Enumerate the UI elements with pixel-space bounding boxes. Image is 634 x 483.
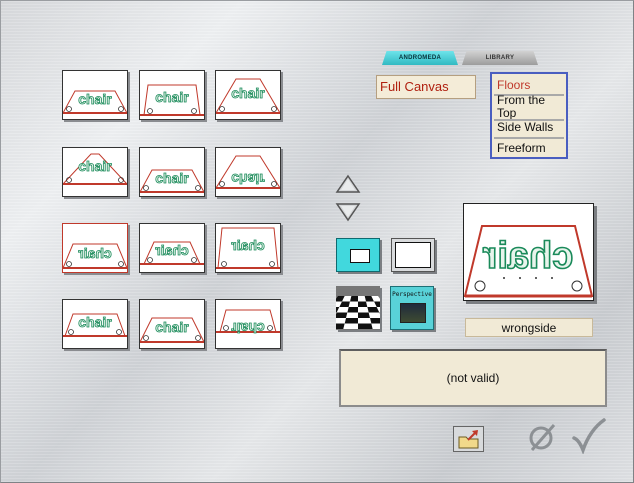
perspective-button[interactable]: Perspective (390, 286, 434, 330)
category-menu: Floors From the Top Side Walls Freeform (490, 72, 568, 159)
thumbnail-image: chair (216, 155, 280, 189)
svg-text:chair: chair (155, 319, 189, 335)
svg-text:chair: chair (231, 85, 265, 101)
perspective-label: Perspective (392, 291, 432, 298)
svg-text:chair: chair (482, 235, 573, 277)
svg-text:chair: chair (155, 170, 189, 186)
pattern-thumbnail[interactable]: chair (62, 299, 128, 349)
preview-pane: chair (463, 203, 594, 301)
svg-text:chair: chair (78, 245, 112, 261)
svg-text:chair: chair (78, 91, 112, 107)
checkerboard-floor-button[interactable] (314, 286, 402, 330)
pattern-thumbnail[interactable]: chair (139, 70, 205, 120)
pattern-thumbnail[interactable]: chair (139, 223, 205, 273)
pattern-thumbnail[interactable]: chair (62, 223, 128, 273)
svg-text:chair: chair (155, 242, 189, 258)
folder-arrow-icon (458, 430, 479, 449)
rectangle-small-icon (350, 249, 370, 263)
svg-text:chair: chair (231, 171, 265, 187)
svg-text:chair: chair (78, 158, 112, 174)
thumbnail-image: chair (63, 313, 127, 337)
svg-text:chair: chair (231, 320, 265, 336)
menu-divider (494, 137, 564, 139)
small-rectangle-button[interactable] (336, 238, 380, 272)
pattern-thumbnail[interactable]: chair (215, 70, 281, 120)
checkmark-icon[interactable] (570, 418, 606, 454)
triangle-up-icon[interactable] (335, 174, 361, 194)
thumbnail-image: chair (140, 169, 204, 193)
menu-item-from-the-top[interactable]: From the Top (497, 94, 565, 120)
pattern-name-field[interactable]: wrongside (465, 318, 593, 337)
pattern-thumbnail[interactable]: chair (215, 299, 281, 349)
thumbnail-image: chair (63, 90, 127, 114)
thumbnail-image: chair (63, 153, 127, 185)
thumbnail-image: chair (63, 243, 127, 269)
thumbnail-image: chair (216, 227, 280, 269)
thumbnail-image: chair (140, 317, 204, 343)
preview-image: chair (464, 225, 593, 298)
status-text: (not valid) (446, 371, 500, 385)
checkerboard-icon (314, 286, 402, 330)
svg-text:chair: chair (231, 237, 265, 253)
thumbnail-image: chair (216, 309, 280, 336)
menu-item-side-walls[interactable]: Side Walls (497, 121, 565, 134)
large-rectangle-button[interactable] (391, 238, 435, 272)
pattern-thumbnail[interactable]: chair (215, 147, 281, 197)
svg-text:chair: chair (155, 89, 189, 105)
pattern-thumbnail[interactable]: chair (139, 147, 205, 197)
menu-item-floors[interactable]: Floors (497, 79, 565, 92)
pattern-thumbnail[interactable]: chair (139, 299, 205, 349)
pattern-thumbnail[interactable]: chair (62, 70, 128, 120)
svg-text:chair: chair (78, 314, 112, 330)
pattern-thumbnail[interactable]: chair (62, 147, 128, 197)
thumbnail-image: chair (216, 78, 280, 114)
menu-item-freeform[interactable]: Freeform (497, 142, 565, 155)
status-panel: (not valid) (339, 349, 607, 407)
pattern-name: wrongside (501, 321, 557, 335)
perspective-photo-icon (400, 303, 426, 323)
cancel-slash-icon[interactable] (526, 421, 558, 453)
pattern-thumbnail[interactable]: chair (215, 223, 281, 273)
tab-andromeda[interactable]: ANDROMEDA (382, 51, 458, 65)
canvas-mode-select[interactable]: Full Canvas (376, 75, 476, 99)
open-folder-button[interactable] (453, 426, 484, 452)
rectangle-large-icon (395, 242, 431, 268)
thumbnail-image: chair (140, 84, 204, 116)
tab-library[interactable]: LIBRARY (462, 51, 538, 65)
thumbnail-image: chair (140, 241, 204, 265)
canvas-mode-label: Full Canvas (380, 79, 449, 94)
triangle-down-icon[interactable] (335, 202, 361, 222)
